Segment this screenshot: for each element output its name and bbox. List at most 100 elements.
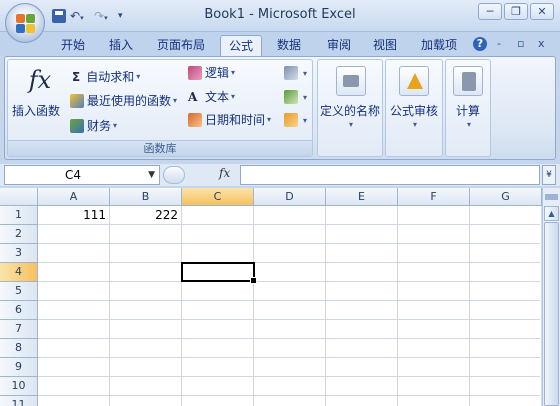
select-all-button[interactable] <box>0 188 38 206</box>
chevron-down-icon: ▾ <box>303 92 308 102</box>
cell-a1[interactable]: 111 <box>40 208 106 222</box>
tab-add-ins[interactable]: 加载项 <box>414 35 464 56</box>
recently-used-button[interactable]: 最近使用的函数 ▾ <box>70 92 177 109</box>
defined-names-icon <box>336 66 366 96</box>
insert-function-fx-icon[interactable]: fx <box>219 166 230 180</box>
chevron-down-icon: ▾ <box>466 120 471 129</box>
office-button[interactable] <box>5 3 45 43</box>
calculation-label: 计算 <box>455 104 480 118</box>
text-a-icon: A <box>188 89 198 104</box>
text-button[interactable]: A 文本 ▾ <box>188 88 235 105</box>
row-header-9[interactable]: 9 <box>0 358 38 377</box>
math-theta-icon <box>284 90 298 104</box>
expand-formula-bar-button[interactable]: ¥ <box>542 165 556 185</box>
resize-grip-icon[interactable] <box>163 166 185 184</box>
row-header-7[interactable]: 7 <box>0 320 38 339</box>
row-header-8[interactable]: 8 <box>0 339 38 358</box>
column-header-a[interactable]: A <box>38 188 110 206</box>
formula-auditing-group[interactable]: 公式审核 ▾ <box>385 59 443 157</box>
tab-formulas[interactable]: 公式 <box>220 35 262 56</box>
chevron-down-icon: ▾ <box>136 72 141 81</box>
cell-area[interactable] <box>38 206 540 406</box>
defined-names-group[interactable]: 定义的名称 ▾ <box>317 59 383 157</box>
split-handle[interactable] <box>545 194 558 200</box>
scroll-up-icon[interactable]: ▲ <box>544 206 559 221</box>
row-header-4[interactable]: 4 <box>0 263 38 282</box>
financial-button[interactable]: 财务 ▾ <box>70 117 117 134</box>
chevron-down-icon: ▾ <box>231 92 236 101</box>
date-time-button[interactable]: 日期和时间 ▾ <box>188 111 271 128</box>
active-cell-c4[interactable] <box>181 262 257 284</box>
tab-view[interactable]: 视图 <box>364 35 406 56</box>
ribbon-minimize-button[interactable]: - <box>497 37 501 50</box>
text-label: 文本 <box>205 90 230 104</box>
column-header-d[interactable]: D <box>254 188 326 206</box>
chevron-down-icon: ▾ <box>303 68 308 78</box>
recently-used-label: 最近使用的函数 <box>87 94 172 108</box>
ribbon-tab-bar: 开始 插入 页面布局 公式 数据 审阅 视图 加载项 ? - ▫ x <box>0 32 560 56</box>
column-header-c[interactable]: C <box>182 188 254 206</box>
column-header-g[interactable]: G <box>470 188 542 206</box>
chevron-down-icon[interactable]: ▼ <box>148 166 155 184</box>
insert-function-icon[interactable]: fx <box>22 66 58 102</box>
more-functions-icon <box>284 113 298 127</box>
row-header-10[interactable]: 10 <box>0 377 38 396</box>
worksheet-grid: A B C D E F G 1 2 3 4 5 6 7 8 9 10 11 11… <box>0 188 560 406</box>
window-controls: ─ ❐ ✕ <box>478 3 554 20</box>
help-icon[interactable]: ? <box>473 37 487 51</box>
logical-button[interactable]: 逻辑 ▾ <box>188 64 235 81</box>
calculator-icon <box>453 66 483 96</box>
cell-b1[interactable]: 222 <box>112 208 178 222</box>
logical-label: 逻辑 <box>205 66 230 80</box>
chevron-down-icon: ▾ <box>412 120 417 129</box>
window-title: Book1 - Microsoft Excel <box>204 7 356 22</box>
formula-auditing-label: 公式审核 <box>389 104 438 118</box>
math-trig-button[interactable]: ▾ <box>284 90 307 104</box>
formula-auditing-icon <box>399 66 429 96</box>
restore-window-button[interactable]: ❐ <box>504 3 528 20</box>
calculation-group[interactable]: 计算 ▾ <box>445 59 491 157</box>
ribbon-restore-button[interactable]: ▫ <box>517 37 524 50</box>
row-header-5[interactable]: 5 <box>0 282 38 301</box>
function-library-label: 函数库 <box>8 140 312 156</box>
formula-input[interactable] <box>240 165 540 185</box>
scroll-thumb[interactable] <box>544 222 559 406</box>
grid-line <box>397 206 398 406</box>
name-box[interactable]: C4 ▼ <box>4 165 160 185</box>
chevron-down-icon: ▾ <box>113 121 118 130</box>
column-header-e[interactable]: E <box>326 188 398 206</box>
tab-data[interactable]: 数据 <box>268 35 310 56</box>
chevron-down-icon: ▾ <box>303 115 308 125</box>
lookup-reference-button[interactable]: ▾ <box>284 66 307 80</box>
row-header-6[interactable]: 6 <box>0 301 38 320</box>
formula-bar-controls: fx <box>163 165 239 185</box>
tab-home[interactable]: 开始 <box>54 35 92 56</box>
name-box-value: C4 <box>65 168 82 182</box>
column-header-f[interactable]: F <box>398 188 470 206</box>
ribbon-close-button[interactable]: x <box>538 37 545 50</box>
row-header-3[interactable]: 3 <box>0 244 38 263</box>
vertical-scrollbar[interactable]: ▲ <box>542 188 560 406</box>
autosum-button[interactable]: Σ 自动求和 ▾ <box>72 68 140 85</box>
tab-page-layout[interactable]: 页面布局 <box>150 35 212 56</box>
excel-window: ↶▾ ↷▾ ▾ Book1 - Microsoft Excel ─ ❐ ✕ 开始… <box>0 0 560 406</box>
defined-names-label: 定义的名称 <box>319 104 380 118</box>
tab-review[interactable]: 审阅 <box>318 35 360 56</box>
chevron-down-icon: ▾ <box>267 115 272 124</box>
sigma-icon: Σ <box>72 69 81 84</box>
row-header-1[interactable]: 1 <box>0 206 38 225</box>
minimize-window-button[interactable]: ─ <box>478 3 502 20</box>
insert-function-button[interactable]: 插入函数 <box>12 102 60 119</box>
close-window-button[interactable]: ✕ <box>530 3 554 20</box>
chevron-down-icon: ▾ <box>348 120 353 129</box>
date-time-label: 日期和时间 <box>205 113 266 127</box>
title-bar: ↶▾ ↷▾ ▾ Book1 - Microsoft Excel ─ ❐ ✕ <box>0 0 560 32</box>
financial-label: 财务 <box>87 119 112 133</box>
autosum-label: 自动求和 <box>86 70 135 84</box>
tab-insert[interactable]: 插入 <box>101 35 141 56</box>
more-functions-button[interactable]: ▾ <box>284 113 307 127</box>
row-header-11[interactable]: 11 <box>0 396 38 406</box>
star-book-icon <box>70 93 84 108</box>
row-header-2[interactable]: 2 <box>0 225 38 244</box>
column-header-b[interactable]: B <box>110 188 182 206</box>
